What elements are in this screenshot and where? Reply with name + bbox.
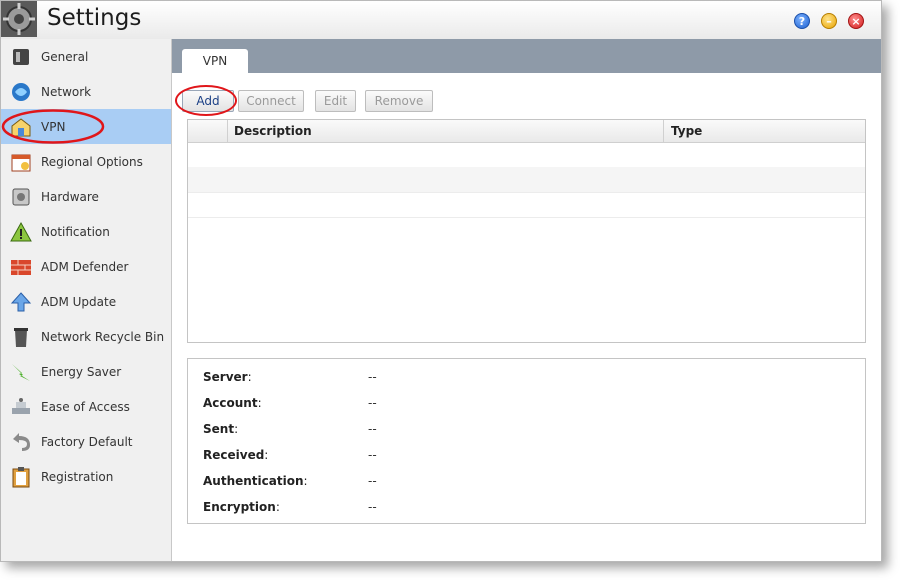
info-value-account: -- [368, 396, 377, 410]
sidebar-item-adm-defender[interactable]: ADM Defender [1, 249, 171, 284]
info-value-authentication: -- [368, 474, 377, 488]
info-value-received: -- [368, 448, 377, 462]
vpn-list-table: Description Type [187, 119, 866, 343]
highlight-ring [1, 109, 105, 144]
info-key-account: Account [203, 396, 258, 410]
info-row-sent: Sent: -- [203, 422, 377, 436]
title-bar: Settings ? – × [1, 1, 881, 40]
sidebar-item-network[interactable]: Network [1, 74, 171, 109]
energy-icon [12, 364, 30, 381]
general-icon [13, 49, 29, 65]
recycle-bin-icon [14, 328, 28, 347]
info-value-encryption: -- [368, 500, 377, 514]
settings-window: Settings ? – × General Network VPN Regio… [0, 0, 882, 562]
clipboard-icon [12, 467, 30, 488]
sidebar-item-label: Factory Default [41, 434, 133, 449]
sidebar-item-factory-default[interactable]: Factory Default [1, 424, 171, 459]
info-key-received: Received [203, 448, 265, 462]
sidebar-item-energy-saver[interactable]: Energy Saver [1, 354, 171, 389]
update-arrow-icon [10, 292, 32, 312]
connection-info-panel: Server: -- Account: -- Sent: -- Received… [187, 358, 866, 524]
info-key-encryption: Encryption [203, 500, 276, 514]
info-row-received: Received: -- [203, 448, 377, 462]
sidebar-item-hardware[interactable]: Hardware [1, 179, 171, 214]
sidebar-item-general[interactable]: General [1, 39, 171, 74]
sidebar-item-adm-update[interactable]: ADM Update [1, 284, 171, 319]
vpn-panel: VPN Add Connect Edit Remove Description … [172, 39, 881, 561]
add-button[interactable]: Add [182, 90, 234, 112]
sidebar-item-vpn[interactable]: VPN [1, 109, 171, 144]
window-title: Settings [47, 5, 142, 31]
connect-button[interactable]: Connect [238, 90, 304, 112]
warning-icon [10, 221, 32, 242]
remove-button[interactable]: Remove [365, 90, 433, 112]
info-key-authentication: Authentication [203, 474, 304, 488]
hardware-icon [12, 188, 30, 206]
sidebar-item-label: Registration [41, 469, 114, 484]
sidebar-item-registration[interactable]: Registration [1, 459, 171, 494]
table-row [188, 142, 865, 168]
sidebar-item-label: ADM Defender [41, 259, 129, 274]
sidebar-item-label: ADM Update [41, 294, 117, 309]
minimize-icon[interactable]: – [821, 13, 837, 29]
close-icon[interactable]: × [848, 13, 864, 29]
sidebar-item-label: Hardware [41, 189, 99, 204]
network-icon [12, 83, 30, 101]
edit-button[interactable]: Edit [315, 90, 356, 112]
sidebar-item-label: General [41, 49, 89, 64]
tab-bar: VPN [172, 39, 881, 73]
sidebar-item-ease-of-access[interactable]: Ease of Access [1, 389, 171, 424]
sidebar-item-label: Network Recycle Bin [41, 329, 165, 344]
table-header: Description Type [188, 120, 865, 143]
settings-gear-icon [1, 1, 37, 37]
help-icon[interactable]: ? [794, 13, 810, 29]
info-value-sent: -- [368, 422, 377, 436]
sidebar-item-label: Energy Saver [41, 364, 122, 379]
sidebar-item-label: Ease of Access [41, 399, 130, 414]
access-icon [12, 398, 30, 414]
sidebar-item-network-recycle-bin[interactable]: Network Recycle Bin [1, 319, 171, 354]
column-header-description[interactable]: Description [228, 120, 664, 142]
column-header-select[interactable] [188, 120, 228, 142]
undo-icon [13, 433, 30, 451]
info-key-server: Server [203, 370, 248, 384]
sidebar-item-notification[interactable]: Notification [1, 214, 171, 249]
info-value-server: -- [368, 370, 377, 384]
info-row-authentication: Authentication: -- [203, 474, 377, 488]
table-row [188, 167, 865, 193]
sidebar-item-label: Network [41, 84, 92, 99]
sidebar-item-regional-options[interactable]: Regional Options [1, 144, 171, 179]
calendar-icon [11, 154, 31, 172]
info-row-encryption: Encryption: -- [203, 500, 377, 514]
sidebar-item-label: Regional Options [41, 154, 143, 169]
info-row-server: Server: -- [203, 370, 377, 384]
sidebar-item-label: Notification [41, 224, 110, 239]
tab-vpn[interactable]: VPN [182, 49, 248, 73]
info-row-account: Account: -- [203, 396, 377, 410]
info-key-sent: Sent [203, 422, 235, 436]
sidebar: General Network VPN Regional Options Har… [1, 39, 172, 561]
column-header-type[interactable]: Type [665, 120, 865, 142]
table-row [188, 192, 865, 218]
firewall-icon [11, 260, 31, 275]
